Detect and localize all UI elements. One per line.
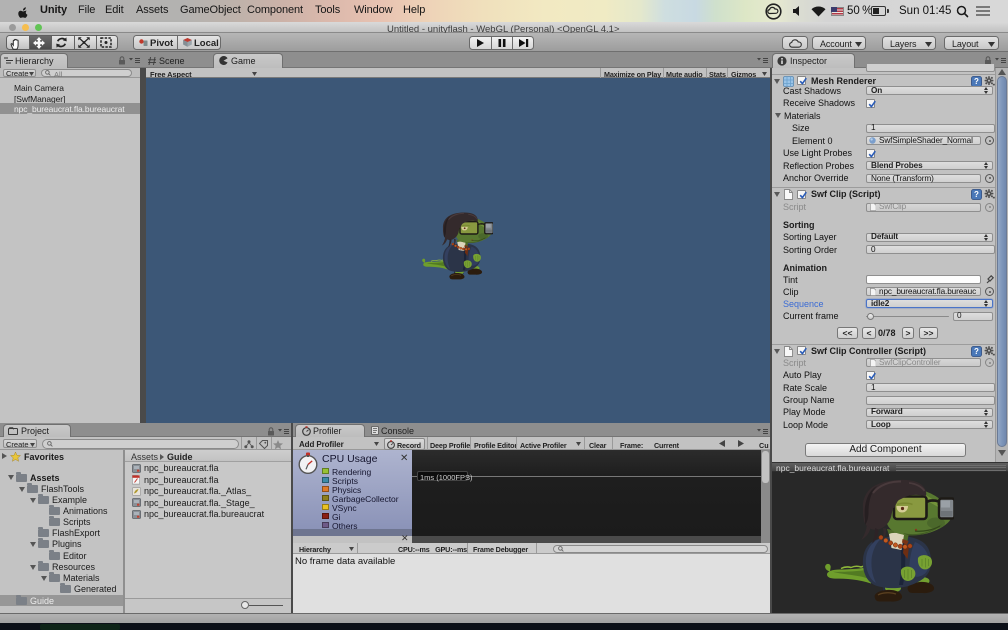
svg-text:?: ? (974, 347, 979, 356)
svg-text:?: ? (974, 77, 979, 86)
svg-text:?: ? (974, 190, 979, 199)
